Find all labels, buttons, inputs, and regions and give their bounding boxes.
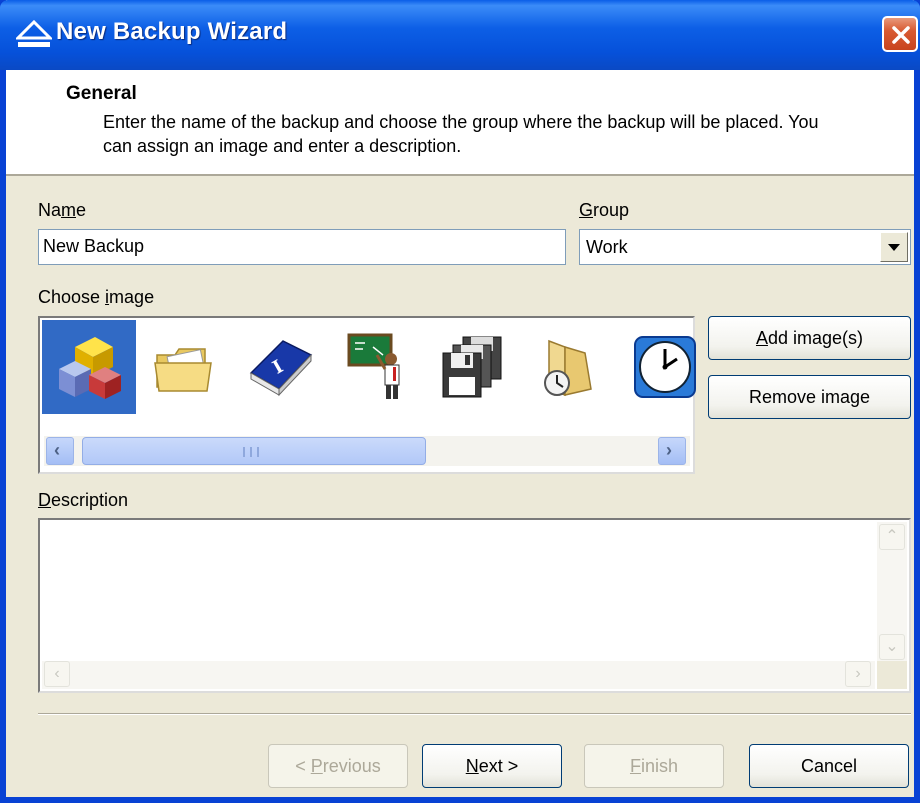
scroll-left-button[interactable]: ‹	[46, 437, 74, 465]
wizard-window: New Backup Wizard General Enter the name…	[0, 0, 920, 803]
page-description: Enter the name of the backup and choose …	[103, 112, 819, 156]
chevron-up-icon: ⌃	[885, 528, 899, 545]
finish-button[interactable]: Finish	[584, 744, 724, 788]
clock-folder-icon	[544, 339, 592, 397]
next-button[interactable]: Next >	[422, 744, 562, 788]
description-textarea[interactable]: ⌃ ⌄ ‹ ›	[38, 518, 911, 693]
image-item-clock[interactable]	[618, 320, 712, 414]
image-item-folder[interactable]	[138, 320, 232, 414]
name-input[interactable]: New Backup	[38, 229, 566, 265]
chevron-left-icon: ‹	[54, 440, 60, 460]
group-dropdown-button[interactable]	[880, 232, 908, 262]
chevron-right-icon: ›	[855, 665, 861, 682]
description-label: Description	[38, 490, 129, 510]
image-list-scrollbar[interactable]: ‹ ›	[44, 436, 690, 466]
scroll-left-button[interactable]: ‹	[44, 661, 70, 687]
teacher-icon	[347, 333, 400, 399]
image-item-blocks[interactable]	[42, 320, 136, 414]
close-icon	[892, 26, 910, 44]
image-item-book[interactable]: I	[234, 320, 328, 414]
cancel-button[interactable]: Cancel	[749, 744, 909, 788]
image-list[interactable]: I ‹ ›	[38, 316, 696, 474]
description-horizontal-scrollbar[interactable]: ‹ ›	[42, 661, 875, 689]
name-label: Name	[38, 200, 87, 220]
choose-image-label: Choose image	[38, 287, 155, 307]
chevron-right-icon: ›	[666, 440, 672, 460]
eject-icon	[16, 20, 52, 47]
grip-icon	[243, 447, 259, 457]
clock-icon	[634, 336, 696, 398]
previous-button[interactable]: < Previous	[268, 744, 408, 788]
image-item-clock-folder[interactable]	[522, 320, 616, 414]
chevron-left-icon: ‹	[54, 665, 60, 682]
page-title: General	[66, 83, 137, 104]
scroll-up-button[interactable]: ⌃	[879, 524, 905, 550]
blocks-icon	[59, 337, 121, 399]
chevron-down-icon: ⌄	[885, 638, 899, 655]
folder-icon	[154, 348, 212, 392]
chevron-down-icon	[888, 244, 900, 251]
description-vertical-scrollbar[interactable]: ⌃ ⌄	[877, 522, 907, 662]
footer-divider	[38, 713, 911, 715]
window-title: New Backup Wizard	[56, 18, 288, 45]
add-image-button[interactable]: Add image(s)	[708, 316, 911, 360]
floppy-disks-icon	[442, 336, 502, 398]
book-icon: I	[249, 340, 313, 397]
wizard-header: General Enter the name of the backup and…	[6, 70, 914, 176]
title-bar[interactable]: New Backup Wizard	[0, 0, 920, 70]
image-item-teacher[interactable]	[330, 320, 424, 414]
close-button[interactable]	[882, 16, 918, 52]
group-label: Group	[579, 200, 630, 220]
remove-image-button[interactable]: Remove image	[708, 375, 911, 419]
scrollbar-corner	[877, 661, 907, 689]
scroll-right-button[interactable]: ›	[658, 437, 686, 465]
scroll-right-button[interactable]: ›	[845, 661, 871, 687]
image-item-floppy-disks[interactable]	[426, 320, 520, 414]
group-selected-value: Work	[586, 237, 628, 257]
scroll-down-button[interactable]: ⌄	[879, 634, 905, 660]
scrollbar-thumb[interactable]	[82, 437, 426, 465]
group-select[interactable]: Work	[579, 229, 911, 265]
